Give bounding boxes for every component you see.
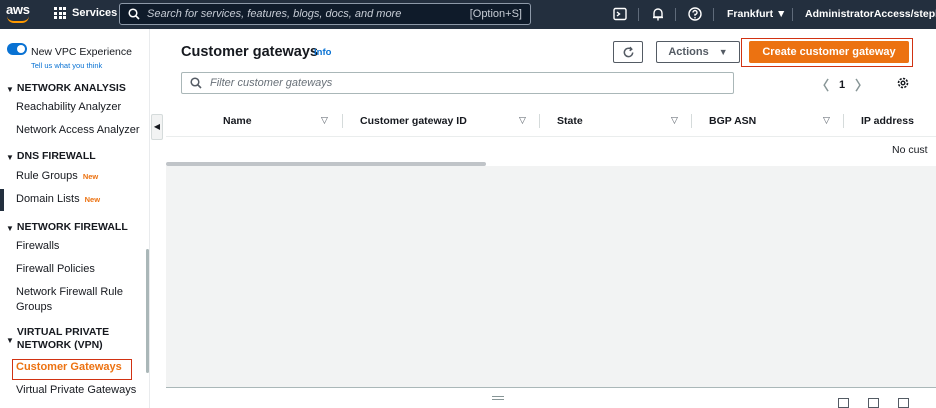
chevron-right-icon[interactable]: 〉: [855, 75, 868, 94]
services-label: Services: [72, 7, 118, 19]
panel-side-icon[interactable]: [868, 398, 879, 408]
aws-logo[interactable]: aws: [6, 2, 32, 24]
section-dns-firewall[interactable]: ▼ DNS FIREWALL: [6, 150, 96, 164]
section-network-analysis[interactable]: ▼ NETWORK ANALYSIS: [6, 82, 126, 96]
help-icon[interactable]: [687, 6, 703, 22]
column-header-state[interactable]: State: [557, 115, 583, 127]
sort-icon[interactable]: ▽: [519, 115, 526, 126]
nav-divider: [675, 8, 676, 21]
chevron-left-icon[interactable]: 〈: [816, 75, 829, 94]
actions-button[interactable]: Actions ▼: [656, 41, 740, 63]
collapse-sidebar-button[interactable]: ◀: [151, 114, 163, 140]
global-search-input[interactable]: Search for services, features, blogs, do…: [119, 3, 531, 25]
side-handle[interactable]: [0, 189, 4, 211]
sort-icon[interactable]: ▽: [823, 115, 830, 126]
section-network-firewall[interactable]: ▼ NETWORK FIREWALL: [6, 221, 128, 235]
split-panel-area: [166, 166, 936, 387]
sidebar: New VPC Experience Tell us what you thin…: [0, 29, 150, 408]
search-placeholder: Search for services, features, blogs, do…: [147, 8, 402, 20]
highlight-box: [12, 359, 132, 380]
sort-icon[interactable]: ▽: [671, 115, 678, 126]
section-title: VIRTUAL PRIVATE NETWORK (VPN): [16, 326, 110, 351]
top-nav: aws Services Search for services, featur…: [0, 0, 936, 29]
nav-divider: [792, 8, 793, 21]
sidebar-item-network-firewall-rule-groups[interactable]: Network Firewall Rule Groups: [16, 285, 141, 315]
page-number[interactable]: 1: [839, 79, 845, 91]
refresh-button[interactable]: [613, 41, 643, 63]
highlight-box: [741, 38, 913, 67]
main-content: Customer gateways Info Actions ▼ Create …: [166, 29, 936, 408]
region-label: Frankfurt: [727, 8, 774, 20]
chevron-left-icon: ◀: [153, 122, 161, 131]
column-header-name[interactable]: Name: [223, 115, 252, 127]
search-shortcut: [Option+S]: [469, 8, 522, 20]
column-divider: [691, 114, 692, 128]
filter-input[interactable]: Filter customer gateways: [181, 72, 734, 94]
region-selector[interactable]: Frankfurt ▼: [727, 8, 786, 20]
account-menu[interactable]: AdministratorAccess/stephane: [805, 8, 936, 20]
panel-hide-icon[interactable]: [898, 398, 909, 408]
caret-down-icon: ▼: [6, 336, 14, 345]
info-link[interactable]: Info: [314, 47, 331, 58]
vpc-experience-text: New VPC Experience Tell us what you thin…: [31, 42, 132, 70]
new-badge: New: [82, 172, 99, 181]
sidebar-item-label: Domain Lists: [16, 193, 80, 205]
vpc-experience-toggle[interactable]: [7, 43, 27, 55]
nav-divider: [638, 8, 639, 21]
gear-icon[interactable]: [896, 76, 910, 90]
grid-icon: [54, 7, 66, 19]
sidebar-item-rule-groups[interactable]: Rule Groups New: [16, 169, 98, 184]
caret-down-icon: ▼: [6, 224, 14, 233]
column-header-ip-address[interactable]: IP address: [861, 115, 914, 127]
actions-label: Actions: [668, 46, 709, 58]
caret-down-icon: ▼: [6, 85, 14, 94]
caret-down-icon: ▼: [6, 153, 14, 162]
feedback-link[interactable]: Tell us what you think: [31, 61, 132, 70]
sidebar-item-reachability-analyzer[interactable]: Reachability Analyzer: [16, 100, 121, 115]
pagination: 〈 1 〉: [816, 75, 868, 94]
sidebar-item-label: Rule Groups: [16, 170, 78, 182]
sidebar-item-network-access-analyzer[interactable]: Network Access Analyzer: [16, 123, 140, 138]
sidebar-item-virtual-private-gateways[interactable]: Virtual Private Gateways: [16, 383, 136, 398]
section-title: DNS FIREWALL: [16, 150, 96, 162]
split-panel-bar: [166, 387, 936, 408]
search-icon: [190, 77, 202, 89]
vpc-experience-label: New VPC Experience: [31, 46, 132, 58]
empty-state-text: No cust: [892, 144, 928, 156]
panel-bottom-icon[interactable]: [838, 398, 849, 408]
column-header-customer-gateway-id[interactable]: Customer gateway ID: [360, 115, 467, 127]
column-header-bgp-asn[interactable]: BGP ASN: [709, 115, 756, 127]
caret-down-icon: ▼: [776, 8, 787, 20]
column-divider: [539, 114, 540, 128]
sort-icon[interactable]: ▽: [321, 115, 328, 126]
bell-icon[interactable]: [650, 6, 666, 22]
page-title: Customer gateways: [181, 44, 318, 60]
aws-smile-icon: [7, 16, 29, 23]
new-badge: New: [84, 195, 101, 204]
column-divider: [843, 114, 844, 128]
search-icon: [128, 8, 140, 20]
sidebar-item-domain-lists[interactable]: Domain Lists New: [16, 192, 100, 207]
caret-down-icon: ▼: [718, 47, 728, 57]
services-menu-button[interactable]: Services: [54, 7, 117, 19]
cloudshell-icon[interactable]: [612, 6, 628, 22]
refresh-icon: [623, 46, 633, 57]
nav-divider: [713, 8, 714, 21]
filter-placeholder: Filter customer gateways: [210, 77, 333, 89]
column-divider: [342, 114, 343, 128]
aws-logo-text: aws: [6, 2, 30, 17]
section-title: NETWORK FIREWALL: [16, 221, 128, 233]
drag-handle-icon[interactable]: [492, 396, 504, 400]
sidebar-item-firewall-policies[interactable]: Firewall Policies: [16, 262, 95, 277]
vpc-experience: New VPC Experience Tell us what you thin…: [7, 42, 132, 70]
sidebar-item-firewalls[interactable]: Firewalls: [16, 239, 59, 254]
table-header: Name ▽ Customer gateway ID ▽ State ▽ BGP…: [166, 107, 936, 137]
section-title: NETWORK ANALYSIS: [16, 82, 126, 94]
section-vpn[interactable]: ▼ VIRTUAL PRIVATE NETWORK (VPN): [6, 326, 131, 352]
sidebar-scrollbar[interactable]: [146, 249, 149, 373]
